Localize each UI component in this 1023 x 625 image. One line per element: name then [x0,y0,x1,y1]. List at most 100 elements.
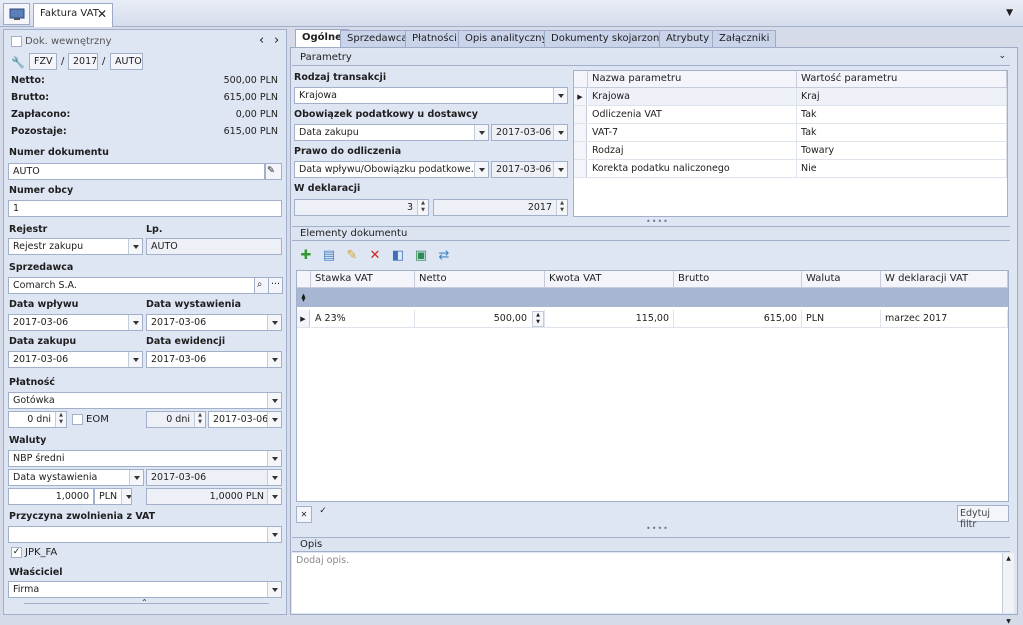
opis-textarea[interactable]: Dodaj opis. [292,553,1002,613]
chevron-down-icon[interactable] [128,352,142,367]
chevron-down-icon[interactable] [474,162,488,177]
column-header[interactable]: Stawka VAT [311,271,415,288]
rodzaj-transakcji-select[interactable]: Krajowa [294,87,568,104]
parameter-name-cell[interactable]: Rodzaj [588,142,797,160]
rate-type-select[interactable]: Data wystawienia [8,469,144,486]
parameter-value-cell[interactable]: Tak [797,124,1007,142]
tab-faktura-vat[interactable]: Faktura VAT ✕ [33,3,113,27]
search-icon[interactable]: ⌕ [254,277,269,294]
eraser-icon[interactable]: ✎ [265,163,282,180]
next-icon[interactable]: › [274,33,279,48]
parameter-name-cell[interactable]: Odliczenia VAT [588,106,797,124]
table-cell[interactable]: PLN [802,310,881,328]
table-cell[interactable]: 500,00 [415,310,545,328]
data-wystawienia-input[interactable]: 2017-03-06 [146,314,282,331]
column-header[interactable]: Kwota VAT [545,271,674,288]
parametry-header[interactable]: Parametry ⌄ [292,51,1010,66]
add-icon[interactable]: ✚ [298,248,314,264]
row-selector[interactable] [574,124,587,142]
filter-enabled-checkbox[interactable]: ✓ [316,506,330,521]
auto-field[interactable]: AUTO [110,53,143,70]
column-header[interactable]: Waluta [802,271,881,288]
add-from-list-icon[interactable]: ▤ [321,248,337,264]
scrollbar[interactable]: ▲ ▼ [1002,553,1014,625]
year-field[interactable]: 2017 [68,53,98,70]
chevron-down-icon[interactable] [553,88,567,103]
chevron-down-icon[interactable] [267,582,281,597]
chevron-down-icon[interactable] [267,412,281,427]
termin-date-input[interactable]: 2017-03-06 [208,411,282,428]
close-icon[interactable]: ✕ [97,7,107,21]
table-cell[interactable]: A 23% [311,310,415,328]
tab-dokumenty-skojarzone[interactable]: Dokumenty skojarzone [544,30,673,47]
rejestr-select[interactable]: Rejestr zakupu [8,238,143,255]
tab-zalaczniki[interactable]: Załączniki [712,30,777,47]
chevron-down-icon[interactable] [267,393,281,408]
edit-filter-button[interactable]: Edytuj filtr [957,505,1009,530]
row-selector[interactable] [574,142,587,160]
clear-filter-icon[interactable]: ✕ [296,506,312,523]
row-indicator-icon[interactable]: ▶ [574,88,587,106]
previous-icon[interactable]: ‹ [259,33,264,48]
parameter-name-cell[interactable]: Krajowa [588,88,797,106]
spinner-icon[interactable]: ▲ ▼ [532,311,544,327]
termin-dni-input[interactable]: 0 dni ▲ ▼ [8,411,67,428]
copy-icon[interactable]: ◧ [390,248,406,264]
jpk-checkbox[interactable]: ✓ [11,547,22,558]
table-cell[interactable]: marzec 2017 [881,310,1008,328]
chevron-down-icon[interactable]: ▼ [1006,8,1013,18]
currency-select[interactable]: PLN [94,488,132,505]
prawo-select[interactable]: Data wpływu/Obowiązku podatkowe… [294,161,489,178]
chevron-down-icon[interactable] [267,352,281,367]
tab-sprzedawca[interactable]: Sprzedawca [340,30,415,47]
spinner-icon[interactable]: ▲ ▼ [55,412,66,427]
numer-obcy-input[interactable]: 1 [8,200,282,217]
tab-platnosci[interactable]: Płatności [405,30,464,47]
chevron-down-icon[interactable] [267,451,281,466]
parameter-value-cell[interactable]: Kraj [797,88,1007,106]
data-wplywu-input[interactable]: 2017-03-06 [8,314,143,331]
numer-dokumentu-input[interactable]: AUTO [8,163,265,180]
refresh-icon[interactable]: ⇄ [436,248,452,264]
obowiazek-select[interactable]: Data zakupu [294,124,489,141]
series-field[interactable]: FZV [29,53,57,70]
splitter-handle[interactable]: •••• [646,524,669,533]
wlasciciel-select[interactable]: Firma [8,581,282,598]
column-header[interactable]: Netto [415,271,545,288]
platnosc-select[interactable]: Gotówka [8,392,282,409]
data-ewidencji-input[interactable]: 2017-03-06 [146,351,282,368]
sprzedawca-input[interactable]: Comarch S.A. [8,277,255,294]
waluty-select[interactable]: NBP średni [8,450,282,467]
eom-checkbox[interactable] [72,414,83,425]
import-icon[interactable]: ▣ [413,248,429,264]
chevron-down-icon[interactable] [474,125,488,140]
chevron-down-icon[interactable] [267,527,281,542]
filter-row[interactable] [297,288,1008,307]
parameter-value-cell[interactable]: Towary [797,142,1007,160]
parameter-name-cell[interactable]: Korekta podatku naliczonego [588,160,797,178]
parameter-value-cell[interactable]: Tak [797,106,1007,124]
splitter-handle[interactable]: •••• [646,217,669,226]
chevron-down-icon[interactable] [128,315,142,330]
column-header[interactable]: Brutto [674,271,802,288]
column-header[interactable]: Wartość parametru [797,71,1007,88]
chevron-down-icon[interactable]: ⌄ [998,51,1006,61]
column-header[interactable]: Nazwa parametru [588,71,797,88]
data-zakupu-input[interactable]: 2017-03-06 [8,351,143,368]
row-indicator-icon[interactable]: ▶ [297,310,310,328]
dok-wewnetrzny-checkbox[interactable] [11,36,22,47]
table-cell[interactable]: 615,00 [674,310,802,328]
row-selector[interactable] [574,106,587,124]
column-header[interactable]: W deklaracji VAT [881,271,1008,288]
more-button[interactable]: ··· [268,277,283,294]
chevron-down-icon[interactable] [128,239,142,254]
chevron-up-icon[interactable]: ⌃ [141,598,148,607]
row-selector[interactable] [574,160,587,178]
chevron-down-icon[interactable] [129,470,143,485]
przyczyna-select[interactable] [8,526,282,543]
chevron-down-icon[interactable] [121,489,131,504]
tab-atrybuty[interactable]: Atrybuty [659,30,717,47]
chevron-down-icon[interactable] [267,315,281,330]
monitor-icon[interactable] [3,3,30,25]
parameter-name-cell[interactable]: VAT-7 [588,124,797,142]
